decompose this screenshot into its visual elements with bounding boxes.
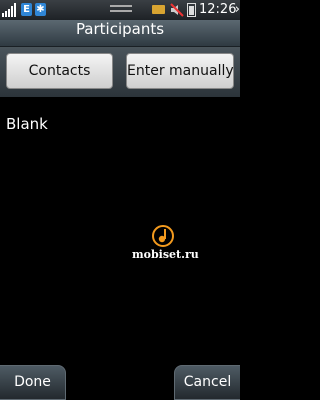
mobiset-logo-icon (152, 225, 174, 247)
edge-icon: E (21, 3, 32, 16)
drag-handle-icon[interactable] (110, 5, 132, 12)
bluetooth-icon: ✱ (35, 3, 46, 16)
clock: 12:26 (199, 2, 237, 17)
signal-icon (2, 3, 16, 17)
action-bar: Contacts Enter manually (0, 47, 240, 97)
status-bar[interactable]: E ✱ 12:26 › (0, 0, 240, 20)
cancel-button[interactable]: Cancel (174, 365, 240, 400)
enter-manually-button[interactable]: Enter manually (126, 53, 234, 89)
watermark-text: mobiset.ru (132, 248, 199, 261)
bottom-bar: Done Cancel (0, 360, 240, 400)
title-bar: Participants (0, 20, 240, 47)
message-icon (152, 5, 165, 14)
done-button[interactable]: Done (0, 365, 66, 400)
battery-icon (187, 3, 196, 17)
contacts-button[interactable]: Contacts (6, 53, 113, 89)
empty-participants-text: Blank (6, 115, 48, 133)
page-title: Participants (75, 20, 165, 38)
status-more-icon: › (234, 2, 240, 17)
mute-icon (170, 3, 184, 17)
